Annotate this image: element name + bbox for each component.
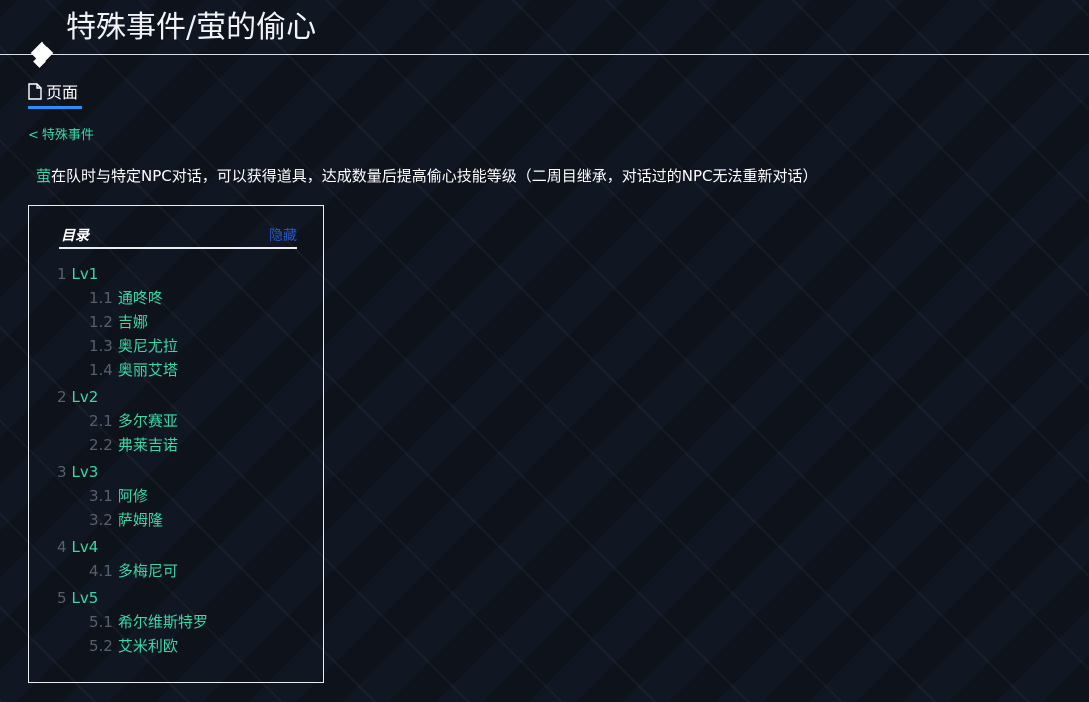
toc-item[interactable]: 1.4 奥丽艾塔 [57, 358, 208, 382]
toc-number: 5.1 [89, 613, 113, 631]
toc-number: 3 [57, 463, 67, 481]
toc-text: Lv5 [71, 589, 99, 607]
toc-item[interactable]: 5.1 希尔维斯特罗 [57, 610, 208, 634]
toc-header: 目录 隐藏 [59, 227, 297, 249]
toc-number: 2 [57, 388, 67, 406]
toc-item[interactable]: 3 Lv3 [57, 460, 208, 484]
toc-text: 吉娜 [117, 313, 148, 331]
breadcrumb-label: 特殊事件 [41, 128, 94, 143]
header-divider [0, 54, 1089, 55]
page-icon [28, 83, 44, 103]
toc-text: Lv3 [71, 463, 99, 481]
breadcrumb[interactable]: < 特殊事件 [28, 127, 94, 145]
breadcrumb-back-icon: < [28, 128, 39, 143]
toc-text: 多梅尼可 [117, 562, 178, 580]
toc-text: 奥丽艾塔 [117, 361, 178, 379]
toc-number: 1.3 [89, 337, 113, 355]
toc-number: 2.2 [89, 436, 113, 454]
toc-number: 3.1 [89, 487, 113, 505]
toc-item[interactable]: 2.1 多尔赛亚 [57, 409, 208, 433]
toc-item[interactable]: 4.1 多梅尼可 [57, 559, 208, 583]
tab-page-label: 页面 [46, 83, 79, 102]
toc-text: Lv2 [71, 388, 99, 406]
toc-text: 多尔赛亚 [117, 412, 178, 430]
toc-number: 3.2 [89, 511, 113, 529]
toc-text: 弗莱吉诺 [117, 436, 178, 454]
toc-number: 1.2 [89, 313, 113, 331]
toc-item[interactable]: 2.2 弗莱吉诺 [57, 433, 208, 457]
toc-number: 2.1 [89, 412, 113, 430]
page-header: 特殊事件/萤的偷心 [0, 0, 1089, 70]
toc-number: 1 [57, 265, 67, 283]
toc-text: 奥尼尤拉 [117, 337, 178, 355]
toc-number: 1.4 [89, 361, 113, 379]
event-description: 萤在队时与特定NPC对话，可以获得道具，达成数量后提高偷心技能等级（二周目继承，… [36, 165, 818, 187]
toc-item[interactable]: 1 Lv1 [57, 262, 208, 286]
toc-item[interactable]: 1.2 吉娜 [57, 310, 208, 334]
toc-number: 1.1 [89, 289, 113, 307]
description-text: 在队时与特定NPC对话，可以获得道具，达成数量后提高偷心技能等级（二周目继承，对… [51, 167, 818, 185]
character-link[interactable]: 萤 [36, 167, 51, 185]
toc-text: Lv4 [71, 538, 99, 556]
toc-text: 通咚咚 [117, 289, 163, 307]
tab-active-indicator [28, 106, 82, 109]
toc-hide-button[interactable]: 隐藏 [269, 227, 297, 245]
page-title: 特殊事件/萤的偷心 [66, 10, 317, 45]
toc-item[interactable]: 2 Lv2 [57, 385, 208, 409]
toc-text: 萨姆隆 [117, 511, 163, 529]
toc-number: 5.2 [89, 637, 113, 655]
toc-list: 1 Lv1 1.1 通咚咚 1.2 吉娜 1.3 奥尼尤拉 1.4 奥丽艾塔 2 Lv2 2… [57, 262, 208, 658]
toc-text: 阿修 [117, 487, 148, 505]
toc-text: Lv1 [71, 265, 99, 283]
toc-text: 艾米利欧 [117, 637, 178, 655]
toc-number: 5 [57, 589, 67, 607]
toc-item[interactable]: 1.3 奥尼尤拉 [57, 334, 208, 358]
toc-item[interactable]: 1.1 通咚咚 [57, 286, 208, 310]
toc-title: 目录 [61, 228, 89, 244]
table-of-contents: 目录 隐藏 1 Lv1 1.1 通咚咚 1.2 吉娜 1.3 奥尼尤拉 1.4 奥丽艾塔 … [28, 205, 324, 683]
toc-item[interactable]: 4 Lv4 [57, 535, 208, 559]
toc-number: 4 [57, 538, 67, 556]
toc-item[interactable]: 5 Lv5 [57, 586, 208, 610]
toc-item[interactable]: 3.2 萨姆隆 [57, 508, 208, 532]
toc-text: 希尔维斯特罗 [117, 613, 208, 631]
toc-number: 4.1 [89, 562, 113, 580]
toc-item[interactable]: 3.1 阿修 [57, 484, 208, 508]
toc-item[interactable]: 5.2 艾米利欧 [57, 634, 208, 658]
